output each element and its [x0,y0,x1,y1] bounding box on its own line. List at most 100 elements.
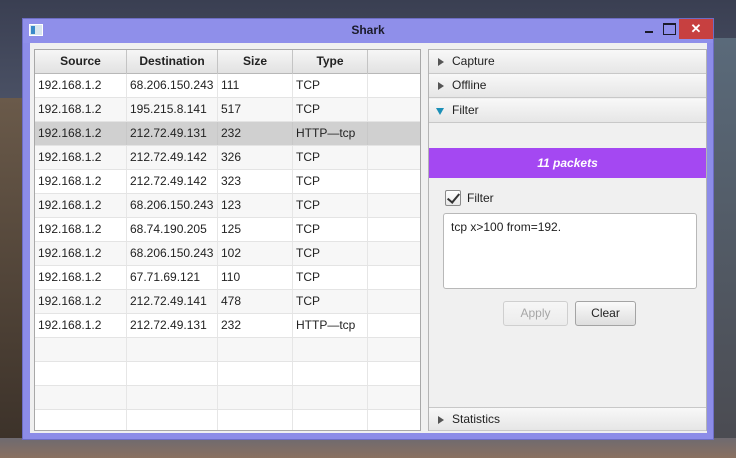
cell-source: 192.168.1.2 [35,314,127,337]
collapsed-arrow-icon [438,58,444,66]
desktop-building-right [712,38,736,458]
section-filter-header[interactable]: Filter [429,99,706,123]
table-row[interactable]: 192.168.1.2 212.72.49.131 232 HTTP—tcp [35,122,420,146]
collapsed-arrow-icon [438,416,444,424]
cell-filler [368,122,420,145]
cell-filler [368,170,420,193]
cell-source: 192.168.1.2 [35,98,127,121]
column-header-size[interactable]: Size [218,50,293,74]
table-row[interactable]: 192.168.1.2 195.215.8.141 517 TCP [35,98,420,122]
cell-filler [368,74,420,97]
column-header-type[interactable]: Type [293,50,368,74]
empty-cell [127,386,218,409]
cell-source: 192.168.1.2 [35,146,127,169]
cell-source: 192.168.1.2 [35,218,127,241]
cell-destination: 212.72.49.131 [127,122,218,145]
empty-cell [368,410,420,430]
empty-cell [293,386,368,409]
packet-count-banner: 11 packets [429,148,706,178]
empty-cell [218,362,293,385]
empty-cell [127,338,218,361]
empty-cell [35,410,127,430]
cell-size: 478 [218,290,293,313]
empty-cell [293,410,368,430]
table-row[interactable]: 192.168.1.2 68.206.150.243 111 TCP [35,74,420,98]
column-header-destination[interactable]: Destination [127,50,218,74]
clear-button[interactable]: Clear [575,301,636,326]
empty-cell [218,410,293,430]
cell-type: TCP [293,98,368,121]
cell-destination: 68.206.150.243 [127,194,218,217]
desktop-bottom-strip [0,438,736,458]
cell-filler [368,194,420,217]
cell-source: 192.168.1.2 [35,194,127,217]
packet-table[interactable]: Source Destination Size Type 192.168.1.2… [34,49,421,431]
table-row[interactable]: 192.168.1.2 212.72.49.141 478 TCP [35,290,420,314]
cell-destination: 68.206.150.243 [127,74,218,97]
column-header-source[interactable]: Source [35,50,127,74]
apply-button[interactable]: Apply [503,301,568,326]
empty-cell [127,410,218,430]
table-row[interactable]: 192.168.1.2 212.72.49.131 232 HTTP—tcp [35,314,420,338]
table-row[interactable]: 192.168.1.2 68.206.150.243 102 TCP [35,242,420,266]
filter-checkbox-label[interactable]: Filter [467,191,494,205]
cell-filler [368,314,420,337]
empty-cell [127,362,218,385]
maximize-button[interactable] [659,19,679,39]
filter-checkbox-row[interactable]: Filter [445,189,494,207]
cell-size: 102 [218,242,293,265]
cell-size: 123 [218,194,293,217]
cell-type: TCP [293,170,368,193]
cell-destination: 68.74.190.205 [127,218,218,241]
cell-source: 192.168.1.2 [35,242,127,265]
empty-cell [218,338,293,361]
section-statistics-header[interactable]: Statistics [429,407,706,431]
desktop-building-left [0,98,24,458]
cell-destination: 212.72.49.142 [127,170,218,193]
cell-filler [368,218,420,241]
table-body: 192.168.1.2 68.206.150.243 111 TCP 192.168.1… [35,74,420,430]
table-header: Source Destination Size Type [35,50,420,74]
cell-size: 125 [218,218,293,241]
cell-source: 192.168.1.2 [35,170,127,193]
empty-table-row [35,410,420,430]
section-filter-label: Filter [452,103,479,117]
empty-cell [293,338,368,361]
section-capture-label: Capture [452,54,495,68]
filter-expression-input[interactable]: tcp x>100 from=192. [443,213,697,289]
cell-destination: 212.72.49.142 [127,146,218,169]
cell-filler [368,266,420,289]
cell-size: 232 [218,314,293,337]
empty-cell [35,338,127,361]
expanded-arrow-icon [436,108,444,115]
empty-cell [218,386,293,409]
title-bar[interactable]: Shark ✕ [23,19,713,43]
cell-size: 326 [218,146,293,169]
table-row[interactable]: 192.168.1.2 68.74.190.205 125 TCP [35,218,420,242]
empty-cell [293,362,368,385]
cell-type: HTTP—tcp [293,314,368,337]
cell-size: 323 [218,170,293,193]
section-capture-header[interactable]: Capture [429,50,706,74]
table-row[interactable]: 192.168.1.2 67.71.69.121 110 TCP [35,266,420,290]
section-offline-header[interactable]: Offline [429,74,706,98]
cell-filler [368,146,420,169]
section-offline-label: Offline [452,78,487,92]
cell-filler [368,98,420,121]
cell-source: 192.168.1.2 [35,122,127,145]
table-row[interactable]: 192.168.1.2 212.72.49.142 326 TCP [35,146,420,170]
table-row[interactable]: 192.168.1.2 212.72.49.142 323 TCP [35,170,420,194]
empty-table-row [35,338,420,362]
window-content: Source Destination Size Type 192.168.1.2… [30,43,707,433]
window-title: Shark [351,23,385,37]
control-panel: Capture Offline Filter 11 packets Filter… [428,49,707,431]
empty-cell [368,386,420,409]
minimize-button[interactable] [639,19,659,39]
shark-window: Shark ✕ Source Destination Size Type 192… [22,18,714,440]
table-row[interactable]: 192.168.1.2 68.206.150.243 123 TCP [35,194,420,218]
cell-type: TCP [293,242,368,265]
close-button[interactable]: ✕ [679,19,713,39]
filter-checkbox[interactable] [445,190,461,206]
cell-source: 192.168.1.2 [35,74,127,97]
cell-filler [368,242,420,265]
